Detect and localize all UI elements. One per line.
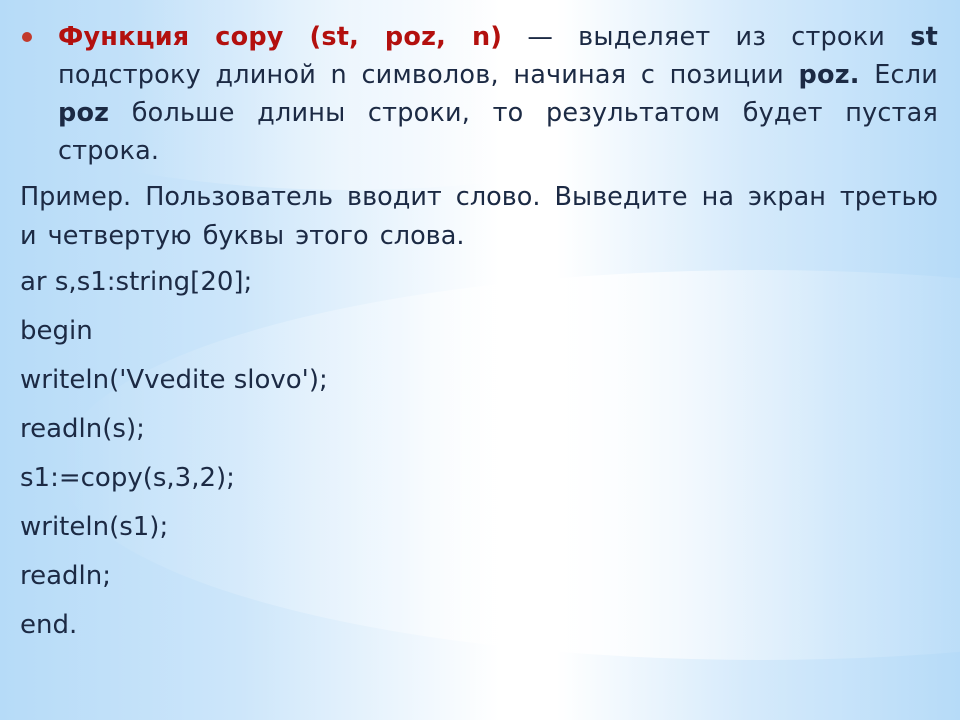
param-poz: poz.	[798, 60, 860, 90]
code-line: writeln(s1);	[20, 512, 169, 542]
param-poz: poz	[58, 98, 110, 128]
code-line: s1:=copy(s,3,2);	[20, 463, 235, 493]
function-signature: Функция copy (st, poz, n)	[58, 22, 503, 52]
code-line: readln(s);	[20, 414, 145, 444]
bullet-dot-icon	[22, 32, 32, 42]
code-line: begin	[20, 316, 93, 346]
text-segment: Если	[859, 60, 938, 90]
text-segment: — выделяет из строки	[502, 22, 911, 52]
example-paragraph: Пример. Пользователь вводит слово. Вывед…	[20, 182, 938, 251]
text-segment: подстроку длиной n символов, начиная с п…	[58, 60, 799, 90]
code-line: ar s,s1:string[20];	[20, 267, 253, 297]
code-block: ar s,s1:string[20]; begin writeln('Vvedi…	[20, 258, 938, 650]
slide-content: Функция copy (st, poz, n) — выделяет из …	[20, 18, 938, 650]
bullet-paragraph: Функция copy (st, poz, n) — выделяет из …	[20, 18, 938, 170]
code-line: writeln('Vvedite slovo');	[20, 365, 328, 395]
code-line: readln;	[20, 561, 112, 591]
text-segment: больше длины строки, то результатом буде…	[58, 98, 938, 166]
param-st: st	[910, 22, 938, 52]
code-line: end.	[20, 610, 78, 640]
